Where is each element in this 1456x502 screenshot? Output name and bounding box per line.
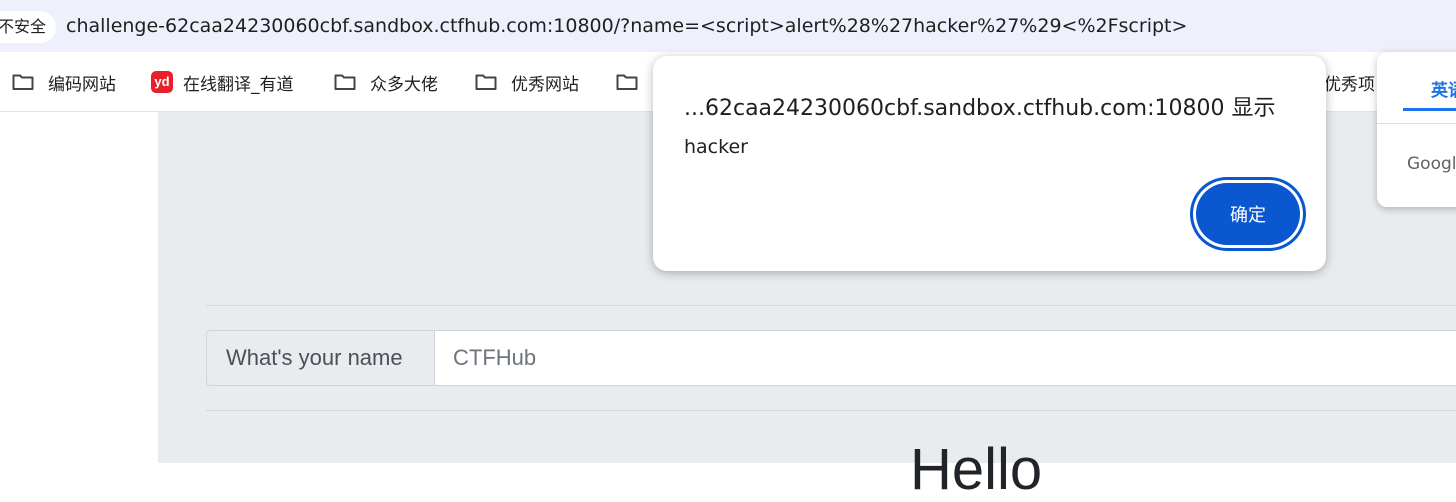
divider <box>1377 123 1456 124</box>
tab-underline <box>1403 108 1456 111</box>
bookmark-folder-hidden[interactable] <box>616 68 652 96</box>
address-bar[interactable]: 不安全 challenge-62caa24230060cbf.sandbox.c… <box>0 0 1456 52</box>
folder-icon <box>12 73 34 91</box>
bookmark-folder-good-sites[interactable]: 优秀网站 <box>475 68 579 96</box>
bookmark-label: 在线翻译_有道 <box>183 74 294 95</box>
alert-dialog: ...62caa24230060cbf.sandbox.ctfhub.com:1… <box>653 56 1326 271</box>
confirm-button[interactable]: 确定 <box>1196 183 1300 245</box>
name-input-label: What's your name <box>206 330 434 386</box>
folder-icon <box>616 73 638 91</box>
bookmark-folder-encoding-sites[interactable]: 编码网站 <box>12 68 116 96</box>
alert-origin: ...62caa24230060cbf.sandbox.ctfhub.com:1… <box>684 96 1276 121</box>
divider <box>206 410 1456 411</box>
url-text[interactable]: challenge-62caa24230060cbf.sandbox.ctfhu… <box>66 12 1187 40</box>
youdao-icon: yd <box>151 71 173 93</box>
security-indicator[interactable]: 不安全 <box>0 11 57 43</box>
folder-icon <box>475 73 497 91</box>
bookmark-good-projects[interactable]: 优秀项 <box>1324 68 1375 96</box>
folder-icon <box>334 73 356 91</box>
bookmark-youdao-translate[interactable]: yd 在线翻译_有道 <box>151 68 294 96</box>
translate-popup: 英语 Google <box>1377 52 1456 207</box>
bookmark-label: 优秀网站 <box>511 74 579 95</box>
name-input-group: What's your name <box>206 330 1456 386</box>
bookmark-label: 优秀项 <box>1324 74 1375 95</box>
name-input[interactable] <box>434 330 1456 386</box>
google-translate-logo: Google <box>1407 154 1456 174</box>
bookmark-label: 众多大佬 <box>370 74 438 95</box>
greeting-heading: Hello <box>910 437 1043 502</box>
alert-message: hacker <box>684 136 748 158</box>
translate-language-tab[interactable]: 英语 <box>1431 76 1456 101</box>
bookmark-label: 编码网站 <box>48 74 116 95</box>
bookmark-folder-experts[interactable]: 众多大佬 <box>334 68 438 96</box>
divider <box>206 305 1456 306</box>
